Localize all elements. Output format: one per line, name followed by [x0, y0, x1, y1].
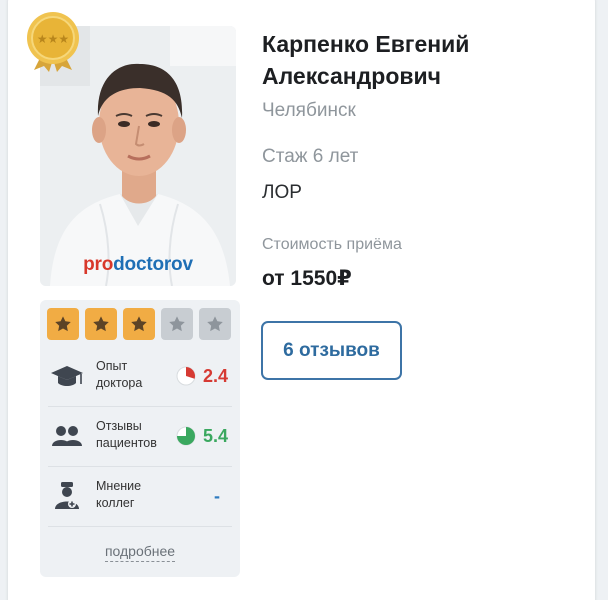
metric-score: -: [214, 486, 220, 506]
graduation-cap-icon: [51, 366, 83, 386]
star-filled: [123, 308, 155, 340]
medal-icon: ★★★: [27, 12, 79, 72]
score-pie-chart: [176, 426, 196, 446]
star-icon: [207, 316, 223, 332]
doctor-specialty: ЛОР: [262, 182, 302, 203]
doctor-city: Челябинск: [262, 100, 356, 121]
doctor-experience: Стаж 6 лет: [262, 146, 359, 167]
metric-label: Мнение коллег: [96, 479, 142, 510]
patients-group-icon: [52, 426, 82, 446]
star-rating: [47, 308, 231, 340]
divider: [48, 526, 232, 527]
score-pie-chart: [176, 366, 196, 386]
star-icon: [93, 316, 109, 332]
rating-panel: Опыт доктора 2.4 Отзывы пациентов 5.4 Мнен…: [40, 300, 240, 577]
doctor-name: Карпенко Евгений Александрович: [262, 31, 470, 89]
star-empty: [161, 308, 193, 340]
metric-score: 2.4: [203, 366, 229, 386]
prodoctorov-logo: prodoctorov: [83, 254, 193, 275]
metric-label: Отзывы пациентов: [96, 419, 157, 450]
star-filled: [47, 308, 79, 340]
metric-doctor-experience[interactable]: Опыт доктора 2.4: [40, 346, 240, 406]
star-icon: [131, 316, 147, 332]
doctor-colleague-icon: [55, 482, 79, 509]
metric-colleague-opinion[interactable]: Мнение коллег -: [40, 466, 240, 526]
reviews-button[interactable]: 6 отзывов: [261, 321, 402, 380]
star-icon: [55, 316, 71, 332]
svg-text:★★★: ★★★: [37, 32, 69, 46]
price-label: Стоимость приёма: [262, 236, 402, 253]
more-details-link[interactable]: подробнее: [40, 543, 240, 562]
consultation-price: от 1550₽: [262, 267, 352, 290]
metric-label: Опыт доктора: [96, 359, 143, 390]
star-empty: [199, 308, 231, 340]
metric-patient-reviews[interactable]: Отзывы пациентов 5.4: [40, 406, 240, 466]
star-filled: [85, 308, 117, 340]
metric-score: 5.4: [203, 426, 229, 446]
star-icon: [169, 316, 185, 332]
